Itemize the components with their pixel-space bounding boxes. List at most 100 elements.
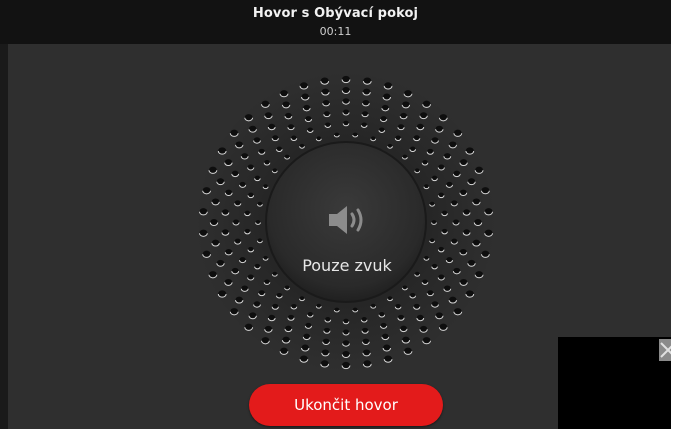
grille-hole — [409, 292, 416, 298]
grille-hole — [323, 111, 330, 117]
grille-hole — [264, 325, 273, 332]
grille-hole — [287, 124, 295, 130]
grille-hole — [422, 100, 431, 107]
grille-hole — [361, 122, 368, 127]
grille-hole — [234, 238, 241, 244]
grille-hole — [363, 360, 372, 367]
grille-hole — [210, 219, 218, 225]
grille-hole — [472, 198, 481, 205]
grille-hole — [422, 337, 431, 344]
grille-hole — [321, 88, 330, 95]
grille-hole — [291, 303, 297, 309]
grille-hole — [438, 246, 445, 252]
grille-hole — [400, 112, 407, 119]
grille-hole — [231, 267, 239, 274]
grille-hole — [323, 327, 330, 333]
grille-hole — [280, 90, 288, 97]
grille-hole — [362, 327, 369, 333]
grille-hole — [342, 340, 350, 346]
grille-hole — [234, 200, 241, 206]
grille-hole — [216, 178, 225, 185]
grille-hole — [380, 322, 387, 328]
grille-hole — [342, 329, 350, 335]
grille-hole — [362, 349, 371, 356]
grille-hole — [285, 112, 292, 119]
grille-hole — [247, 164, 254, 170]
grille-hole — [384, 355, 392, 362]
grille-hole — [465, 290, 474, 297]
grille-hole — [287, 314, 295, 320]
grille-hole — [285, 325, 292, 332]
frame-edge — [671, 0, 679, 429]
grille-hole — [276, 292, 283, 298]
grille-hole — [247, 274, 254, 280]
audio-only-label: Pouze zvuk — [302, 256, 392, 275]
grille-hole — [416, 314, 424, 321]
grille-hole — [465, 147, 474, 154]
grille-hole — [253, 137, 261, 143]
grille-hole — [481, 250, 490, 257]
end-call-button[interactable]: Ukončit hovor — [249, 384, 443, 426]
grille-hole — [305, 322, 312, 328]
grille-hole — [224, 278, 233, 285]
grille-hole — [320, 360, 329, 367]
grille-hole — [282, 101, 290, 108]
grille-hole — [463, 229, 470, 235]
grille-hole — [452, 219, 460, 225]
grille-hole — [300, 355, 308, 362]
grille-hole — [438, 192, 445, 198]
grille-hole — [413, 135, 420, 141]
grille-hole — [202, 250, 211, 257]
grille-hole — [280, 347, 288, 354]
grille-hole — [427, 290, 434, 296]
grille-hole — [235, 296, 243, 303]
grille-hole — [435, 312, 443, 319]
grille-hole — [467, 259, 476, 266]
grille-hole — [249, 125, 257, 132]
grille-hole — [342, 87, 350, 93]
grille-hole — [291, 135, 297, 141]
grille-hole — [438, 164, 445, 170]
grille-hole — [381, 333, 389, 340]
grille-hole — [441, 228, 448, 234]
speaker-icon — [329, 206, 363, 234]
grille-hole — [379, 312, 385, 317]
grille-hole — [362, 111, 369, 117]
grille-hole — [362, 88, 371, 95]
grille-hole — [325, 122, 331, 127]
grille-hole — [230, 308, 239, 315]
grille-hole — [379, 127, 385, 132]
grille-hole — [431, 263, 438, 269]
grille-hole — [475, 271, 483, 278]
grille-hole — [431, 301, 439, 307]
grille-hole — [431, 175, 438, 181]
grille-hole — [463, 209, 470, 215]
grille-hole — [300, 82, 308, 89]
grille-hole — [244, 323, 253, 330]
grille-hole — [446, 181, 453, 187]
grille-hole — [481, 187, 490, 194]
grille-hole — [419, 325, 428, 332]
grille-hole — [431, 137, 439, 143]
grille-hole — [218, 290, 227, 297]
grille-hole — [322, 99, 330, 106]
grille-hole — [261, 337, 270, 344]
grille-hole — [419, 112, 428, 119]
grille-hole — [264, 279, 270, 284]
grille-hole — [224, 159, 233, 166]
grille-hole — [343, 120, 349, 126]
grille-hole — [249, 312, 257, 319]
grille-hole — [216, 259, 225, 266]
grille-hole — [438, 274, 445, 280]
grille-hole — [258, 290, 265, 296]
call-screen: Hovor s Obývací pokoj 00:11 Pouze zvuk U… — [0, 0, 679, 429]
grille-hole — [276, 146, 283, 152]
grille-hole — [305, 116, 312, 122]
grille-hole — [231, 170, 239, 177]
grille-hole — [254, 175, 261, 181]
grille-hole — [475, 166, 483, 173]
grille-hole — [342, 351, 350, 357]
grille-hole — [322, 338, 330, 345]
grille-hole — [441, 210, 448, 216]
grille-hole — [254, 263, 261, 269]
